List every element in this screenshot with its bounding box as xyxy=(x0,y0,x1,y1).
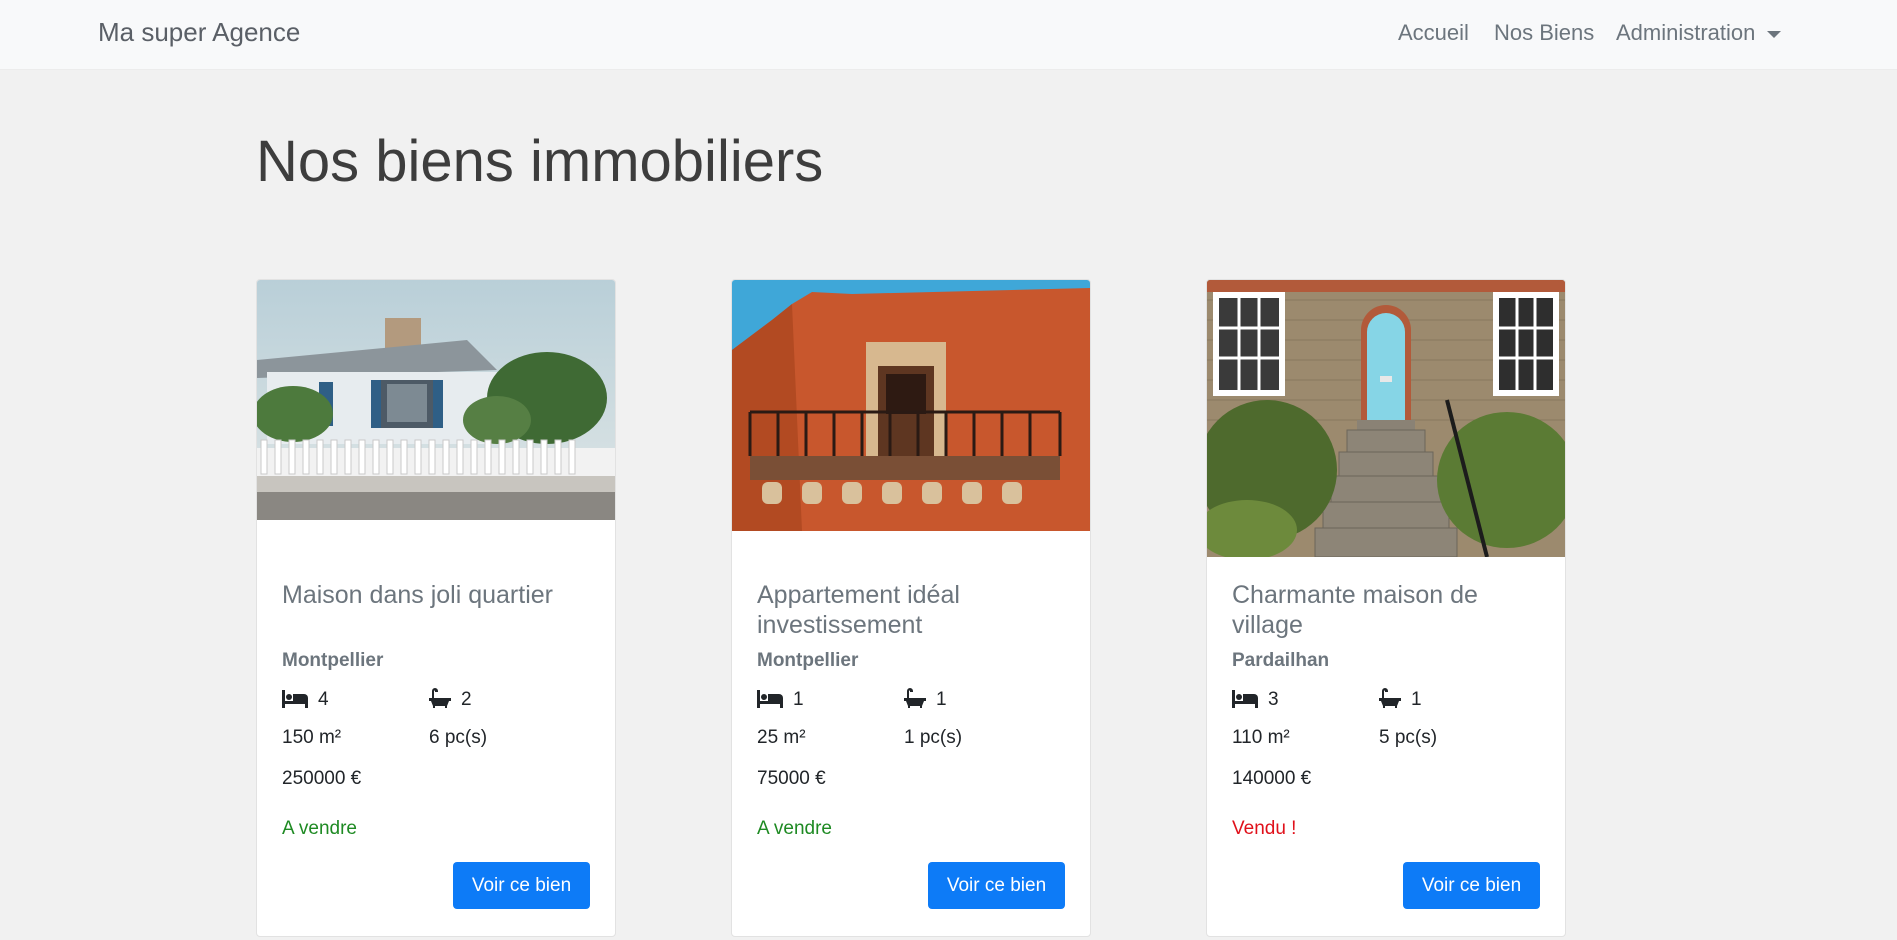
bathrooms-count: 2 xyxy=(429,688,472,711)
rooms-value: 1 pc(s) xyxy=(904,727,963,748)
page-title: Nos biens immobiliers xyxy=(256,129,824,194)
nav-dropdown-label: Administration xyxy=(1616,20,1756,45)
navbar: Ma super Agence Accueil Nos Biens Admini… xyxy=(0,0,1897,70)
surface-value: 110 m² xyxy=(1232,727,1290,748)
property-card: Maison dans joli quartier Montpellier 4 … xyxy=(256,279,616,937)
bedrooms-count: 4 xyxy=(282,688,329,711)
property-card: Appartement idéal investissement Montpel… xyxy=(731,279,1091,937)
price-value: 140000 € xyxy=(1232,768,1312,789)
bedrooms-count: 1 xyxy=(757,688,804,711)
property-city: Montpellier xyxy=(757,650,859,671)
bath-icon xyxy=(904,688,926,708)
rooms-value: 5 pc(s) xyxy=(1379,727,1438,748)
status-badge: Vendu ! xyxy=(1232,818,1297,839)
property-photo xyxy=(732,280,1090,531)
property-city: Montpellier xyxy=(282,650,384,671)
bedrooms-count: 3 xyxy=(1232,688,1279,711)
surface-value: 25 m² xyxy=(757,727,806,748)
property-photo xyxy=(1207,280,1565,557)
property-card: Charmante maison de village Pardailhan 3… xyxy=(1206,279,1566,937)
bedrooms-value: 4 xyxy=(318,689,329,710)
nav-dropdown-administration[interactable]: Administration xyxy=(1616,20,1782,46)
bathrooms-value: 1 xyxy=(1411,689,1422,710)
bathrooms-value: 1 xyxy=(936,689,947,710)
rooms-value: 6 pc(s) xyxy=(429,727,488,748)
status-badge: A vendre xyxy=(282,818,357,839)
nav-link-accueil[interactable]: Accueil xyxy=(1398,20,1469,46)
view-property-button[interactable]: Voir ce bien xyxy=(1403,862,1540,909)
property-city: Pardailhan xyxy=(1232,650,1330,671)
bed-icon xyxy=(282,690,308,708)
status-badge: A vendre xyxy=(757,818,832,839)
view-property-button[interactable]: Voir ce bien xyxy=(928,862,1065,909)
navbar-brand[interactable]: Ma super Agence xyxy=(98,17,300,48)
surface-value: 150 m² xyxy=(282,727,342,748)
bath-icon xyxy=(429,688,451,708)
property-title: Appartement idéal investissement xyxy=(757,581,960,639)
property-title: Charmante maison de village xyxy=(1232,581,1478,639)
bath-icon xyxy=(1379,688,1401,708)
bathrooms-count: 1 xyxy=(1379,688,1422,711)
price-value: 75000 € xyxy=(757,768,826,789)
bed-icon xyxy=(1232,690,1258,708)
bed-icon xyxy=(757,690,783,708)
bathrooms-count: 1 xyxy=(904,688,947,711)
bathrooms-value: 2 xyxy=(461,689,472,710)
bedrooms-value: 3 xyxy=(1268,689,1279,710)
caret-down-icon xyxy=(1767,30,1782,38)
property-title: Maison dans joli quartier xyxy=(282,581,553,609)
nav-link-nos-biens[interactable]: Nos Biens xyxy=(1494,20,1594,46)
property-photo xyxy=(257,280,615,520)
price-value: 250000 € xyxy=(282,768,362,789)
view-property-button[interactable]: Voir ce bien xyxy=(453,862,590,909)
bedrooms-value: 1 xyxy=(793,689,804,710)
